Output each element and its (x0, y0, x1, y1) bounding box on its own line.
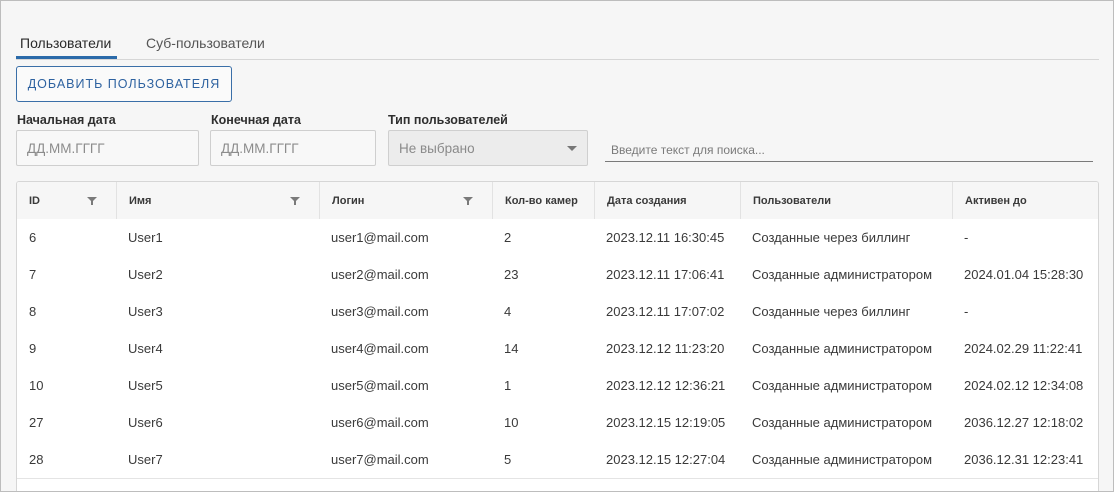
cell-login: user7@mail.com (331, 452, 429, 467)
cell-user-type: Созданные через биллинг (752, 230, 911, 245)
cell-name: User7 (128, 452, 163, 467)
cell-cameras: 10 (504, 415, 519, 430)
cell-name: User3 (128, 304, 163, 319)
end-date-field[interactable] (210, 130, 376, 166)
cell-cameras: 2 (504, 230, 512, 245)
table-row[interactable]: 6 User1 user1@mail.com 2 2023.12.11 16:30:45… (17, 219, 1098, 257)
cell-login: user4@mail.com (331, 341, 429, 356)
column-header-id[interactable]: ID (17, 182, 116, 219)
cell-active-until: - (964, 230, 969, 245)
search-input[interactable] (605, 141, 1093, 159)
column-header-cameras[interactable]: Кол-во камер (492, 182, 594, 219)
cell-created: 2023.12.15 12:19:05 (606, 415, 726, 430)
cell-id: 7 (29, 267, 37, 282)
cell-active-until: 2036.12.31 12:23:41 (964, 452, 1084, 467)
column-header-active-until[interactable]: Активен до (952, 182, 1098, 219)
cell-login: user2@mail.com (331, 267, 429, 282)
filter-icon[interactable] (87, 196, 97, 206)
cell-login: user5@mail.com (331, 378, 429, 393)
table-row[interactable]: 10 User5 user5@mail.com 1 2023.12.12 12:36:2… (17, 367, 1098, 405)
users-panel: Пользователи Суб-пользователи ДОБАВИТЬ П… (0, 0, 1114, 492)
cell-user-type: Созданные администратором (752, 452, 933, 467)
cell-created: 2023.12.11 16:30:45 (606, 230, 725, 245)
cell-cameras: 23 (504, 267, 519, 282)
end-date-label: Конечная дата (211, 113, 301, 127)
cell-name: User4 (128, 341, 163, 356)
column-header-user-type[interactable]: Пользователи (740, 182, 952, 219)
column-header-name[interactable]: Имя (116, 182, 319, 219)
cell-cameras: 4 (504, 304, 512, 319)
cell-created: 2023.12.12 12:36:21 (606, 378, 726, 393)
cell-created: 2023.12.11 17:06:41 (606, 267, 725, 282)
cell-user-type: Созданные администратором (752, 415, 933, 430)
table-row[interactable]: 9 User4 user4@mail.com 14 2023.12.12 11:23:2… (17, 330, 1098, 368)
start-date-field[interactable] (16, 130, 199, 166)
cell-name: User5 (128, 378, 163, 393)
cell-id: 28 (29, 452, 44, 467)
cell-user-type: Созданные через биллинг (752, 304, 911, 319)
tab-sub-users[interactable]: Суб-пользователи (146, 35, 265, 51)
table-row[interactable]: 8 User3 user3@mail.com 4 2023.12.11 17:07:02… (17, 293, 1098, 331)
user-type-value: Не выбрано (399, 140, 475, 156)
cell-cameras: 14 (504, 341, 519, 356)
column-header-created[interactable]: Дата создания (594, 182, 740, 219)
cell-id: 27 (29, 415, 44, 430)
tab-users[interactable]: Пользователи (20, 35, 111, 51)
table-header: ID Имя Логин Кол-во камер Дата создания … (17, 182, 1098, 220)
cell-created: 2023.12.15 12:27:04 (606, 452, 726, 467)
cell-user-type: Созданные администратором (752, 267, 933, 282)
cell-id: 8 (29, 304, 37, 319)
add-user-button[interactable]: ДОБАВИТЬ ПОЛЬЗОВАТЕЛЯ (16, 66, 232, 102)
user-type-select[interactable]: Не выбрано (388, 130, 588, 166)
cell-cameras: 1 (504, 378, 512, 393)
cell-name: User6 (128, 415, 163, 430)
filter-icon[interactable] (463, 196, 473, 206)
cell-id: 9 (29, 341, 37, 356)
cell-active-until: 2024.02.12 12:34:08 (964, 378, 1084, 393)
active-tab-indicator (16, 56, 117, 59)
cell-active-until: 2036.12.27 12:18:02 (964, 415, 1084, 430)
start-date-input[interactable] (25, 139, 190, 157)
cell-user-type: Созданные администратором (752, 341, 933, 356)
start-date-label: Начальная дата (17, 113, 116, 127)
end-date-input[interactable] (219, 139, 367, 157)
cell-name: User2 (128, 267, 163, 282)
table-row[interactable]: 28 User7 user7@mail.com 5 2023.12.15 12:27:0… (17, 441, 1098, 479)
cell-name: User1 (128, 230, 163, 245)
users-table: ID Имя Логин Кол-во камер Дата создания … (16, 181, 1099, 491)
filter-icon[interactable] (290, 196, 300, 206)
cell-user-type: Созданные администратором (752, 378, 933, 393)
cell-created: 2023.12.11 17:07:02 (606, 304, 725, 319)
user-type-label: Тип пользователей (388, 113, 508, 127)
cell-login: user1@mail.com (331, 230, 429, 245)
table-row[interactable]: 27 User6 user6@mail.com 10 2023.12.15 12:19:… (17, 404, 1098, 442)
cell-active-until: 2024.02.29 11:22:41 (964, 341, 1083, 356)
cell-active-until: 2024.01.04 15:28:30 (964, 267, 1084, 282)
chevron-down-icon (567, 145, 577, 151)
table-row[interactable]: 7 User2 user2@mail.com 23 2023.12.11 17:06:4… (17, 256, 1098, 294)
cell-created: 2023.12.12 11:23:20 (606, 341, 725, 356)
cell-cameras: 5 (504, 452, 512, 467)
cell-id: 10 (29, 378, 44, 393)
cell-active-until: - (964, 304, 969, 319)
cell-id: 6 (29, 230, 37, 245)
search-field[interactable] (605, 141, 1093, 162)
cell-login: user3@mail.com (331, 304, 429, 319)
tab-bar: Пользователи Суб-пользователи (16, 29, 1099, 60)
cell-login: user6@mail.com (331, 415, 429, 430)
